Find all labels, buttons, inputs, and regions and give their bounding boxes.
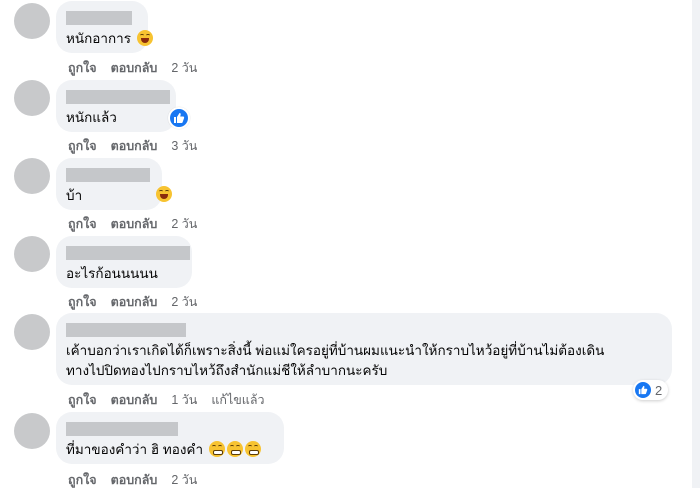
comment-actions: ถูกใจ ตอบกลับ 2 วัน bbox=[68, 470, 197, 490]
author-name-redacted[interactable] bbox=[66, 422, 178, 436]
grinning-emoji-icon bbox=[208, 441, 225, 457]
comment-bubble: บ้า bbox=[56, 158, 162, 210]
author-name-redacted[interactable] bbox=[66, 90, 170, 104]
comment-text: บ้า bbox=[66, 188, 83, 203]
author-name-redacted[interactable] bbox=[66, 246, 190, 260]
laughing-emoji-icon bbox=[137, 30, 153, 46]
author-name-redacted[interactable] bbox=[66, 323, 186, 337]
like-reaction-icon[interactable] bbox=[168, 107, 190, 129]
avatar[interactable] bbox=[14, 413, 50, 449]
comment-bubble: อะไรก้อนนนนน bbox=[56, 236, 192, 288]
timestamp[interactable]: 1 วัน bbox=[171, 390, 197, 410]
avatar[interactable] bbox=[14, 158, 50, 194]
like-button[interactable]: ถูกใจ bbox=[68, 292, 97, 312]
laughing-emoji-icon bbox=[156, 186, 172, 202]
reply-button[interactable]: ตอบกลับ bbox=[111, 292, 158, 312]
grinning-emoji-icon bbox=[244, 441, 261, 457]
timestamp[interactable]: 3 วัน bbox=[171, 136, 197, 156]
reply-button[interactable]: ตอบกลับ bbox=[111, 470, 158, 490]
like-reaction-icon bbox=[635, 382, 651, 398]
like-button[interactable]: ถูกใจ bbox=[68, 470, 97, 490]
grinning-emoji-icon bbox=[226, 441, 243, 457]
comment-actions: ถูกใจ ตอบกลับ 2 วัน bbox=[68, 58, 197, 78]
timestamp[interactable]: 2 วัน bbox=[171, 58, 197, 78]
reply-button[interactable]: ตอบกลับ bbox=[111, 390, 158, 410]
reaction-summary[interactable]: 2 bbox=[633, 380, 669, 400]
reply-button[interactable]: ตอบกลับ bbox=[111, 58, 158, 78]
comment-actions: ถูกใจ ตอบกลับ 1 วัน แก้ไขแล้ว bbox=[68, 390, 265, 410]
comment-bubble: หนักแล้ว bbox=[56, 80, 176, 132]
like-button[interactable]: ถูกใจ bbox=[68, 214, 97, 234]
timestamp[interactable]: 2 วัน bbox=[171, 214, 197, 234]
avatar[interactable] bbox=[14, 236, 50, 272]
comment-bubble: เค้าบอกว่าเราเกิดได้ก็เพราะสิ่งนี้ พ่อแม… bbox=[56, 313, 672, 385]
comment-text-line: เค้าบอกว่าเราเกิดได้ก็เพราะสิ่งนี้ พ่อแม… bbox=[66, 343, 605, 358]
comment-bubble: ที่มาของคำว่า ฮิ ทองคำ bbox=[56, 412, 284, 464]
comment-text: หนักอาการ bbox=[66, 29, 153, 49]
author-name-redacted[interactable] bbox=[66, 11, 132, 25]
timestamp[interactable]: 2 วัน bbox=[171, 292, 197, 312]
edited-label[interactable]: แก้ไขแล้ว bbox=[211, 390, 264, 410]
avatar[interactable] bbox=[14, 80, 50, 116]
comment-text-line: ทางไปปิดทองไปกราบไหว้ถึงสำนักแม่ชีให้ลำบ… bbox=[66, 363, 388, 378]
avatar[interactable] bbox=[14, 3, 50, 39]
comment-text: ที่มาของคำว่า ฮิ ทองคำ bbox=[66, 440, 261, 460]
avatar[interactable] bbox=[14, 314, 50, 350]
reply-button[interactable]: ตอบกลับ bbox=[111, 136, 158, 156]
comment-actions: ถูกใจ ตอบกลับ 2 วัน bbox=[68, 214, 197, 234]
comment-actions: ถูกใจ ตอบกลับ 2 วัน bbox=[68, 292, 197, 312]
like-button[interactable]: ถูกใจ bbox=[68, 58, 97, 78]
reply-button[interactable]: ตอบกลับ bbox=[111, 214, 158, 234]
like-button[interactable]: ถูกใจ bbox=[68, 136, 97, 156]
reaction-count: 2 bbox=[655, 382, 663, 398]
comment-text: หนักแล้ว bbox=[66, 110, 117, 125]
comment-text: อะไรก้อนนนนน bbox=[66, 266, 158, 281]
timestamp[interactable]: 2 วัน bbox=[171, 470, 197, 490]
comment-bubble: หนักอาการ bbox=[56, 1, 153, 53]
scrollbar[interactable] bbox=[692, 0, 700, 488]
author-name-redacted[interactable] bbox=[66, 168, 150, 182]
like-button[interactable]: ถูกใจ bbox=[68, 390, 97, 410]
comment-actions: ถูกใจ ตอบกลับ 3 วัน bbox=[68, 136, 197, 156]
